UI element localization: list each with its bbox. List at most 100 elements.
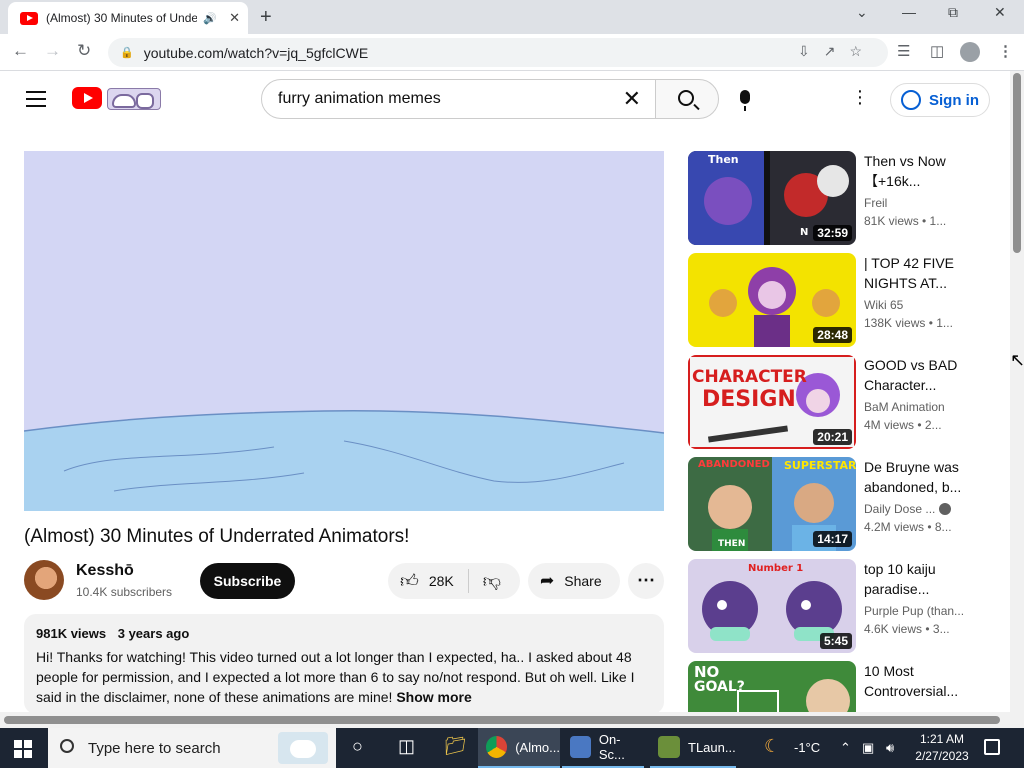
recommendation-thumbnail[interactable]: Then N 32:59 xyxy=(688,151,856,245)
account-circle-icon xyxy=(901,90,921,110)
weather-moon-icon[interactable]: ☾ xyxy=(764,736,780,757)
vertical-scrollbar-thumb[interactable] xyxy=(1013,73,1021,253)
file-explorer-icon[interactable]: 📁︎ xyxy=(444,736,467,757)
recommendation-item[interactable]: NO GOAL? 10 Most Controversial... xyxy=(688,661,978,712)
recommendation-title[interactable]: GOOD vs BAD Character... xyxy=(864,355,968,395)
back-arrow-icon[interactable]: ← xyxy=(12,41,29,61)
cortana-circle-icon[interactable]: ○ xyxy=(352,736,363,757)
description-box[interactable]: 981K views 3 years ago Hi! Thanks for wa… xyxy=(24,614,664,714)
search-input[interactable]: furry animation memes xyxy=(278,90,623,108)
recommendation-channel[interactable]: Purple Pup (than... xyxy=(864,604,964,618)
like-button[interactable]: 👍︎ 28K xyxy=(388,569,469,593)
menu-hamburger-icon[interactable] xyxy=(26,91,46,112)
recommendation-title[interactable]: top 10 kaiju paradise... xyxy=(864,559,968,599)
recommendation-item[interactable]: ABANDONED SUPERSTAR THEN 14:17 De Bruyne… xyxy=(688,457,978,551)
chrome-menu-icon[interactable]: ⋮ xyxy=(998,42,1013,60)
audio-playing-icon[interactable]: 🔊 xyxy=(203,12,217,25)
description-text: Hi! Thanks for watching! This video turn… xyxy=(36,647,652,707)
thumbnail-text: DESIGN xyxy=(702,387,796,412)
lock-icon: 🔒 xyxy=(120,47,134,59)
recommendation-title[interactable]: | TOP 42 FIVE NIGHTS AT... xyxy=(864,253,968,293)
recommendation-channel[interactable]: Wiki 65 xyxy=(864,298,964,312)
bookmark-star-icon[interactable]: ☆ xyxy=(849,43,876,59)
channel-name[interactable]: Kesshō xyxy=(76,562,134,580)
clock-date: 2/27/2023 xyxy=(915,749,969,763)
recommendation-item[interactable]: Then N 32:59 Then vs Now 【+16k... Freil … xyxy=(688,151,978,245)
youtube-doodle-logo[interactable] xyxy=(107,88,161,110)
recommendation-item[interactable]: Number 1 5:45 top 10 kaiju paradise... P… xyxy=(688,559,978,653)
show-more-link[interactable]: Show more xyxy=(396,689,471,705)
taskbar-search-placeholder: Type here to search xyxy=(88,739,221,757)
search-icon xyxy=(678,90,694,106)
horizontal-scrollbar[interactable] xyxy=(0,712,1024,728)
install-icon[interactable]: ⇩ xyxy=(798,43,824,59)
recommendation-item[interactable]: 28:48 | TOP 42 FIVE NIGHTS AT... Wiki 65… xyxy=(688,253,978,347)
maximize-button[interactable]: ⧉ xyxy=(948,4,958,21)
weather-temperature[interactable]: -1°C xyxy=(794,740,820,755)
recommendation-title[interactable]: Then vs Now 【+16k... xyxy=(864,151,968,191)
reload-icon[interactable]: ↻ xyxy=(77,41,91,61)
video-player[interactable] xyxy=(24,151,664,511)
taskbar-app-onscreen-keyboard[interactable]: On-Sc... xyxy=(562,728,644,768)
tab-close-icon[interactable]: ✕ xyxy=(229,10,240,26)
channel-avatar[interactable] xyxy=(24,560,64,600)
recommendation-thumbnail[interactable]: NO GOAL? xyxy=(688,661,856,712)
omnibox-actions[interactable]: ⇩↗☆ xyxy=(798,43,876,60)
like-count: 28K xyxy=(428,573,454,589)
taskbar-search-box[interactable]: Type here to search xyxy=(48,728,336,768)
side-panel-icon[interactable]: ◫ xyxy=(930,42,944,60)
system-clock[interactable]: 1:21 AM 2/27/2023 xyxy=(914,731,970,765)
show-hidden-icons-chevron-icon[interactable]: ⌃ xyxy=(840,740,851,756)
windows-start-icon[interactable] xyxy=(14,740,32,758)
subscribe-button[interactable]: Subscribe xyxy=(200,563,295,599)
minimize-button[interactable]: — xyxy=(902,4,916,20)
taskbar-app-label: On-Sc... xyxy=(598,732,625,762)
vertical-scrollbar[interactable] xyxy=(1010,71,1024,712)
sign-in-button[interactable]: Sign in xyxy=(890,83,990,117)
clear-search-icon[interactable]: ✕ xyxy=(623,86,641,112)
recommendation-channel[interactable]: Freil xyxy=(864,196,964,210)
media-control-icon[interactable]: ☰ xyxy=(897,42,910,60)
volume-icon[interactable]: 🔊︎ xyxy=(886,740,894,756)
tab-search-chevron-icon[interactable]: ⌄ xyxy=(856,4,868,21)
recommendation-thumbnail[interactable]: 28:48 xyxy=(688,253,856,347)
subscriber-count: 10.4K subscribers xyxy=(76,585,173,599)
search-highlight-image xyxy=(278,732,328,764)
taskbar-app-chrome[interactable]: (Almo... xyxy=(478,728,560,768)
video-duration: 5:45 xyxy=(819,633,852,649)
forward-arrow-icon[interactable]: → xyxy=(44,41,61,61)
url-text[interactable]: youtube.com/watch?v=jq_5gfclCWE xyxy=(144,45,369,61)
settings-more-icon[interactable]: · · · xyxy=(855,81,865,113)
search-icon xyxy=(60,739,74,753)
recommendation-title[interactable]: De Bruyne was abandoned, b... xyxy=(864,457,968,497)
profile-avatar-icon[interactable] xyxy=(960,42,980,62)
share-icon[interactable]: ↗ xyxy=(824,43,850,59)
task-view-icon[interactable]: ◫ xyxy=(398,736,415,757)
address-bar[interactable]: 🔒 youtube.com/watch?v=jq_5gfclCWE ⇩↗☆ xyxy=(108,38,888,67)
recommendation-channel[interactable]: Daily Dose ... xyxy=(864,502,964,516)
notification-center-icon[interactable] xyxy=(984,739,1000,755)
close-window-button[interactable]: ✕ xyxy=(994,4,1006,21)
recommendation-thumbnail[interactable]: ABANDONED SUPERSTAR THEN 14:17 xyxy=(688,457,856,551)
youtube-logo-icon[interactable] xyxy=(72,87,102,109)
recommendation-item[interactable]: CHARACTER DESIGN 20:21 GOOD vs BAD Chara… xyxy=(688,355,978,449)
more-actions-icon[interactable]: ⋯ xyxy=(628,563,664,599)
voice-search-mic-icon[interactable] xyxy=(740,90,750,111)
share-button[interactable]: ➦ Share xyxy=(528,563,620,599)
network-icon[interactable]: ▣ xyxy=(862,740,874,756)
recommendation-title[interactable]: 10 Most Controversial... xyxy=(864,661,968,701)
recommendation-thumbnail[interactable]: Number 1 5:45 xyxy=(688,559,856,653)
search-button[interactable] xyxy=(655,79,719,119)
taskbar-app-tlauncher[interactable]: TLaun... xyxy=(650,728,736,768)
thumbnail-text: Then xyxy=(708,153,739,166)
recommendation-channel[interactable]: BaM Animation xyxy=(864,400,964,414)
recommendation-thumbnail[interactable]: CHARACTER DESIGN 20:21 xyxy=(688,355,856,449)
keyboard-app-icon xyxy=(570,736,591,758)
new-tab-button[interactable]: + xyxy=(260,6,272,29)
youtube-favicon-icon xyxy=(20,11,38,25)
dislike-thumbs-down-icon[interactable]: 👎︎ xyxy=(469,570,501,592)
recommendation-meta: 4.2M views • 8... xyxy=(864,520,952,534)
search-box[interactable]: furry animation memes ✕ xyxy=(261,79,656,119)
browser-tab[interactable]: (Almost) 30 Minutes of Underrated Animat… xyxy=(8,2,248,34)
horizontal-scrollbar-thumb[interactable] xyxy=(4,716,1000,724)
